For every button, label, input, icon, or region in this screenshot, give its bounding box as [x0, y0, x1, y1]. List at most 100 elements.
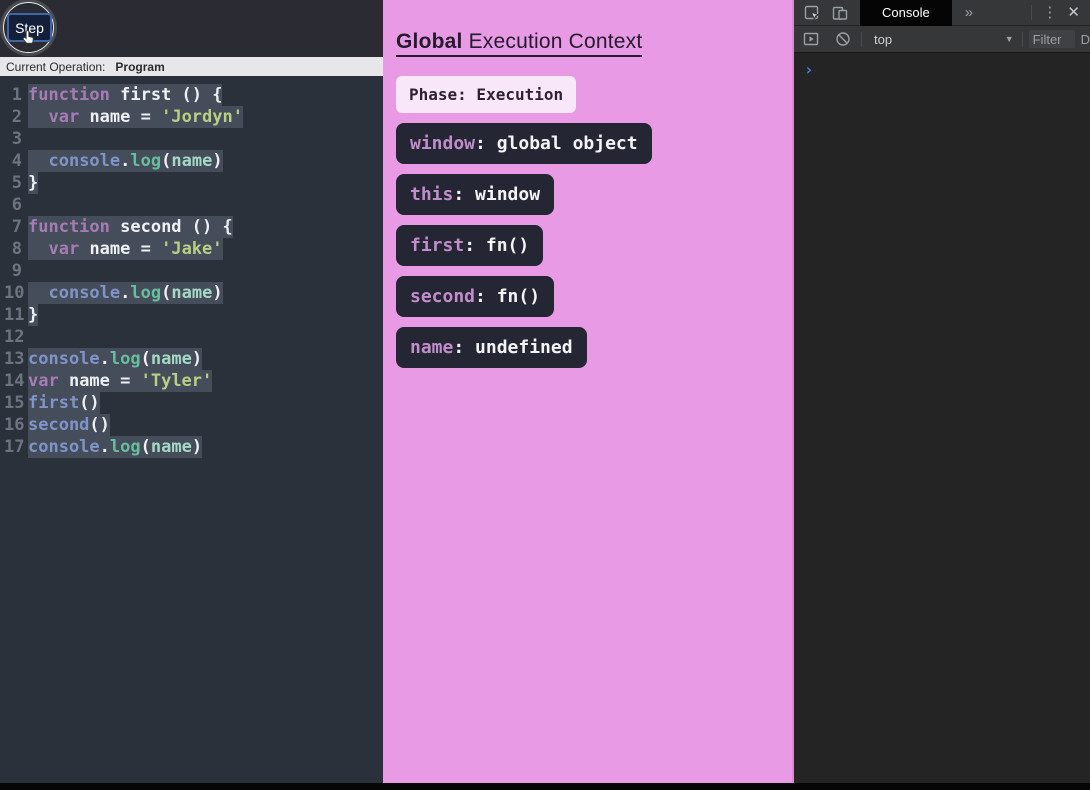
console-toolbar: top ▼ D: [794, 26, 1090, 53]
inspect-element-icon[interactable]: [803, 4, 820, 21]
devtools-menu-icon[interactable]: ⋮: [1042, 5, 1057, 20]
code-line: 11}: [4, 304, 383, 326]
variable-badge: name: undefined: [396, 327, 587, 368]
line-number: 12: [4, 327, 25, 347]
code-token: }: [28, 173, 39, 193]
code-line: 3: [4, 128, 383, 150]
bottom-bar: [0, 783, 1090, 790]
code-lines: 1 function first () { 2 var name = 'Jordyn…: [4, 84, 383, 458]
context-title-scope: Global: [396, 30, 463, 53]
code-token: console: [28, 349, 100, 369]
line-number: 6: [11, 195, 22, 215]
code-token: log: [130, 151, 162, 171]
variable-badge: window: global object: [396, 123, 652, 164]
javascript-context-select[interactable]: top ▼: [862, 32, 1022, 47]
code-token: log: [130, 283, 162, 303]
variable-value: : global object: [475, 133, 638, 154]
variable-badge: this: window: [396, 174, 555, 215]
code-line: 17 console.log(name): [4, 436, 383, 458]
code-text: function second () {: [28, 216, 233, 238]
line-number: 7: [11, 217, 22, 237]
console-prompt-icon[interactable]: ›: [804, 60, 814, 79]
current-operation-value: Program: [115, 59, 165, 74]
tab-console[interactable]: Console: [860, 0, 952, 26]
code-line: 14 var name = 'Tyler': [4, 370, 383, 392]
code-token: name =: [58, 371, 141, 391]
variable-value: : undefined: [453, 337, 573, 358]
variable-badge: first: fn(): [396, 225, 544, 266]
line-number: 3: [11, 129, 22, 149]
console-sidebar-icon[interactable]: [802, 31, 819, 48]
code-token: name: [150, 349, 192, 369]
code-token: log: [109, 437, 141, 457]
code-token: ): [191, 349, 203, 369]
more-tabs-icon[interactable]: »: [965, 5, 973, 20]
line-number: 11: [4, 305, 25, 325]
code-text: console.log(name): [28, 150, 223, 172]
variable-value: : fn(): [475, 286, 541, 307]
code-token: .: [99, 437, 110, 457]
close-icon[interactable]: ✕: [1067, 5, 1080, 20]
variable-value: : fn(): [464, 235, 530, 256]
line-number: 13: [4, 349, 25, 369]
variable-value: : window: [453, 184, 541, 205]
line-number: 8: [11, 239, 22, 259]
code-text: }: [28, 304, 39, 326]
code-text: console.log(name): [28, 348, 203, 370]
phase-value: Execution: [466, 85, 564, 104]
code-token: function: [28, 85, 110, 105]
context-title-rest: Execution Context: [462, 30, 643, 53]
code-token: log: [109, 349, 141, 369]
code-token: 'Jordyn': [161, 107, 243, 127]
log-levels-dropdown[interactable]: D: [1081, 32, 1090, 47]
variable-key: first: [410, 235, 465, 256]
code-text: console.log(name): [28, 436, 203, 458]
line-number: 9: [11, 261, 22, 281]
code-token: ): [212, 151, 223, 171]
code-token: console: [48, 283, 121, 303]
clear-console-icon[interactable]: [834, 31, 851, 48]
code-text: second(): [28, 414, 110, 436]
devtools-panel: Console » ⋮ ✕ top ▼ Filter D ›: [794, 0, 1090, 783]
context-title: Global Execution Context: [396, 30, 643, 57]
line-number: 4: [11, 151, 22, 171]
line-number: 2: [11, 107, 22, 127]
code-token: name =: [79, 107, 162, 127]
code-token: (): [89, 415, 110, 435]
code-token: var: [48, 239, 80, 259]
execution-context-panel: Global Execution Context Phase: Executio…: [383, 0, 794, 783]
code-token: first () {: [109, 85, 223, 105]
line-number: 1: [11, 85, 22, 105]
console-output[interactable]: ›: [794, 53, 1090, 80]
divider: [1021, 31, 1023, 47]
line-number: 16: [4, 415, 25, 435]
code-text: var name = 'Jordyn': [28, 106, 243, 128]
code-token: ): [191, 437, 203, 457]
code-line: 12: [4, 326, 383, 348]
code-token: console: [28, 437, 100, 457]
code-text: var name = 'Tyler': [28, 370, 213, 392]
chevron-down-icon: ▼: [1004, 34, 1014, 44]
code-token: second: [28, 415, 90, 435]
code-editor[interactable]: 1 function first () { 2 var name = 'Jordyn…: [0, 76, 383, 458]
code-line: 15 first(): [4, 392, 383, 414]
code-token: 'Jake': [161, 239, 223, 259]
code-text: function first () {: [28, 84, 223, 106]
devtools-tab-bar: Console » ⋮ ✕: [794, 0, 1090, 26]
code-panel: Step Current Operation: Program 1 functio…: [0, 0, 383, 783]
code-text: }: [28, 172, 39, 194]
console-filter-input[interactable]: [1028, 30, 1075, 48]
line-number: 10: [4, 283, 25, 303]
code-token: function: [28, 217, 110, 237]
code-line: 7 function second () {: [4, 216, 383, 238]
current-operation-bar: Current Operation: Program: [0, 57, 383, 76]
device-toolbar-icon[interactable]: [831, 4, 848, 21]
hand-cursor-icon: [20, 29, 38, 47]
line-number: 14: [4, 371, 25, 391]
code-line: 16 second(): [4, 414, 383, 436]
code-token: var: [28, 371, 59, 391]
code-token: name: [150, 437, 192, 457]
